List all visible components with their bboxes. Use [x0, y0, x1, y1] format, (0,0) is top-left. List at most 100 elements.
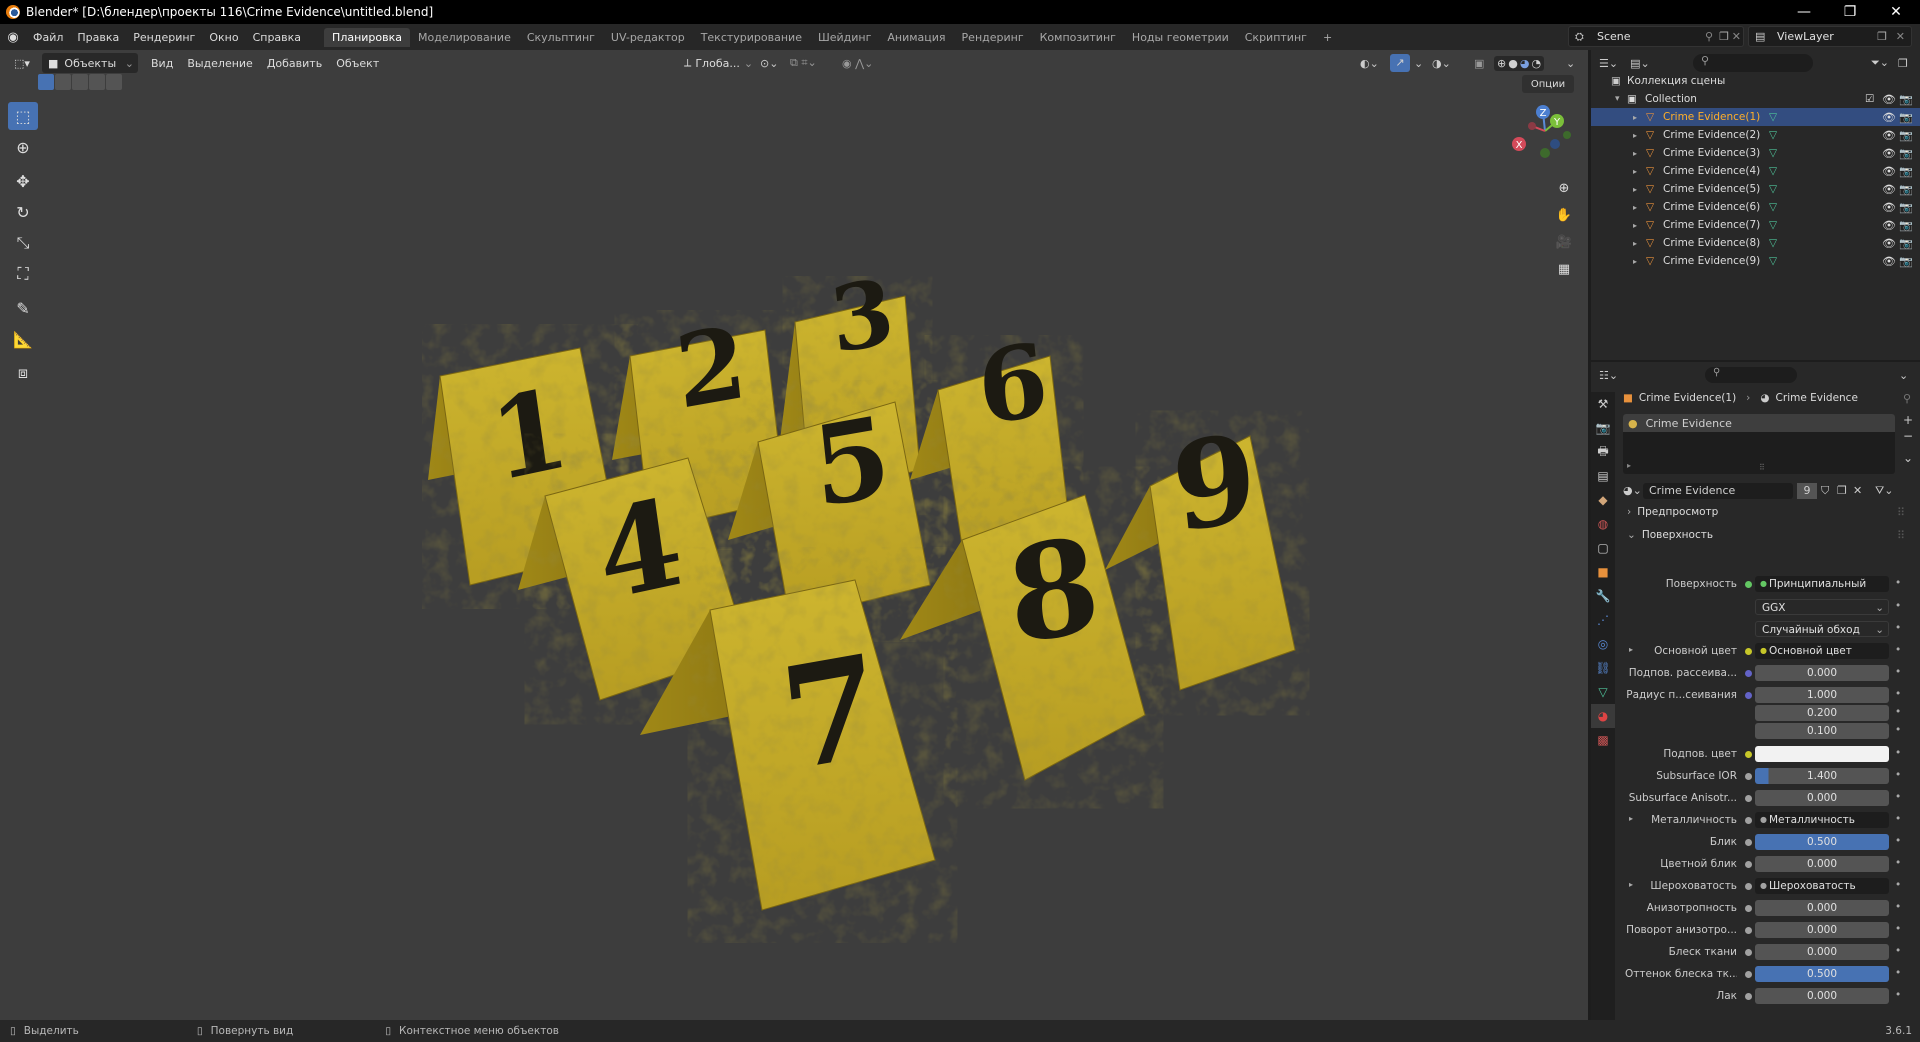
texture-tab-icon[interactable]: ▩ — [1591, 728, 1615, 752]
mesh-data-icon[interactable]: ▽ — [1769, 147, 1777, 159]
number-field[interactable]: 0.500 — [1755, 966, 1889, 982]
fake-user-icon[interactable]: ⛉ — [1821, 484, 1829, 498]
keyframe-dot-icon[interactable]: • — [1895, 835, 1901, 847]
workspace-tab-3[interactable]: UV-редактор — [603, 28, 693, 47]
preview-panel-header[interactable]: › Предпросмотр — [1627, 506, 1718, 518]
socket-link-field[interactable]: Основной цвет ● — [1755, 643, 1889, 659]
slot-specials-icon[interactable]: ⌄ — [1903, 450, 1913, 466]
keyframe-dot-icon[interactable]: • — [1895, 706, 1901, 718]
expand-arrow-icon[interactable]: ▸ — [1629, 645, 1633, 654]
output-tab-icon[interactable]: 🖶 — [1591, 440, 1615, 464]
viewport-menu-2[interactable]: Добавить — [260, 57, 329, 70]
keyframe-dot-icon[interactable]: • — [1895, 600, 1901, 612]
workspace-tab-8[interactable]: Композитинг — [1032, 28, 1124, 47]
number-field[interactable]: 0.000 — [1755, 988, 1889, 1004]
expand-arrow-icon[interactable]: ▸ — [1629, 880, 1633, 889]
outliner-item[interactable]: ▸ ▽ Crime Evidence(1) ▽ 👁 📷 — [1591, 108, 1920, 126]
snap-icon[interactable]: ⧉ ⌗⌄ — [790, 56, 817, 70]
expand-arrow-icon[interactable]: ▸ — [1633, 239, 1637, 248]
socket-dot-icon[interactable] — [1745, 949, 1752, 956]
render-camera-icon[interactable]: 📷 — [1899, 147, 1913, 160]
workspace-tab-1[interactable]: Моделирование — [410, 28, 519, 47]
render-camera-icon[interactable]: 📷 — [1899, 219, 1913, 232]
render-camera-icon[interactable]: 📷 — [1899, 165, 1913, 178]
select-subtract-icon[interactable] — [72, 74, 88, 90]
measure-icon[interactable]: 📐 — [8, 325, 38, 353]
unlink-icon[interactable]: ✕ — [1853, 484, 1862, 497]
number-field[interactable]: 0.000 — [1755, 665, 1889, 681]
shading-menu-icon[interactable]: ⌄ — [1566, 57, 1575, 70]
remove-slot-icon[interactable]: − — [1903, 428, 1913, 444]
color-swatch[interactable] — [1755, 746, 1889, 762]
visibility-eye-icon[interactable]: 👁 — [1882, 111, 1896, 124]
particles-tab-icon[interactable]: ⋰ — [1591, 608, 1615, 632]
outliner-search-input[interactable]: ⚲ — [1693, 54, 1813, 72]
expand-arrow-icon[interactable]: ▾ — [1615, 94, 1620, 104]
number-field[interactable]: 0.000 — [1755, 856, 1889, 872]
socket-dot-icon[interactable] — [1745, 927, 1752, 934]
pin-icon[interactable]: ⚲ — [1903, 392, 1911, 405]
keyframe-dot-icon[interactable]: • — [1895, 967, 1901, 979]
visibility-eye-icon[interactable]: 👁 — [1882, 93, 1896, 106]
expand-arrow-icon[interactable]: ▸ — [1633, 131, 1637, 140]
resize-handle-icon[interactable]: ⠿ — [1759, 463, 1765, 472]
mesh-data-icon[interactable]: ▽ — [1769, 219, 1777, 231]
render-camera-icon[interactable]: 📷 — [1899, 201, 1913, 214]
world-tab-icon[interactable]: ◍ — [1591, 512, 1615, 536]
scene-selector[interactable]: ⛭ Scene ⚲ ❐ ✕ — [1568, 26, 1744, 47]
menu-item-0[interactable]: Файл — [26, 31, 70, 44]
mesh-data-icon[interactable]: ▽ — [1769, 201, 1777, 213]
keyframe-dot-icon[interactable]: • — [1895, 813, 1901, 825]
keyframe-dot-icon[interactable]: • — [1895, 945, 1901, 957]
visibility-eye-icon[interactable]: 👁 — [1882, 237, 1896, 250]
3d-viewport[interactable]: 123456789 Z Y X ⬚▾ ■ Объекты ⌄ Вид Выделе… — [0, 50, 1588, 1020]
workspace-tab-4[interactable]: Текстурирование — [693, 28, 810, 47]
socket-dot-icon[interactable] — [1745, 971, 1752, 978]
visibility-icon[interactable]: ◐⌄ — [1360, 57, 1379, 70]
rendered-shading-icon[interactable]: ◔ — [1531, 57, 1541, 70]
expand-arrow-icon[interactable]: ▸ — [1633, 167, 1637, 176]
render-tab-icon[interactable]: 📷 — [1591, 416, 1615, 440]
socket-dot-icon[interactable] — [1745, 883, 1752, 890]
outliner-row-collection[interactable]: ▾ ▣ Collection ☑ 👁 📷 — [1591, 90, 1920, 108]
mesh-data-icon[interactable]: ▽ — [1769, 255, 1777, 267]
keyframe-dot-icon[interactable]: • — [1895, 769, 1901, 781]
workspace-tab-10[interactable]: Скриптинг — [1237, 28, 1315, 47]
drag-handle-icon[interactable]: ⠿ — [1897, 506, 1905, 519]
number-field[interactable]: 0.000 — [1755, 790, 1889, 806]
outliner-item[interactable]: ▸ ▽ Crime Evidence(4) ▽ 👁 📷 — [1591, 162, 1920, 180]
view-layer-tab-icon[interactable]: ▤ — [1591, 464, 1615, 488]
keyframe-dot-icon[interactable]: • — [1895, 747, 1901, 759]
new-scene-icon[interactable]: ❐ — [1719, 30, 1729, 43]
number-field[interactable]: 1.400 — [1755, 768, 1889, 784]
expand-arrow-icon[interactable]: ▸ — [1633, 113, 1637, 122]
view-layer-selector[interactable]: ▤ ViewLayer ❐ ✕ — [1748, 26, 1912, 47]
render-camera-icon[interactable]: 📷 — [1899, 255, 1913, 268]
editor-type-icon[interactable]: ⬚▾ — [8, 53, 36, 73]
overlays-icon[interactable]: ◑⌄ — [1432, 57, 1451, 70]
expand-arrow-icon[interactable]: ▸ — [1629, 814, 1633, 823]
gizmo-toggle-icon[interactable]: ↗ — [1390, 54, 1410, 72]
drag-handle-icon[interactable]: ⠿ — [1897, 529, 1905, 542]
socket-dot-icon[interactable] — [1745, 692, 1752, 699]
proportional-edit-icon[interactable]: ◉ ⋀⌄ — [842, 57, 873, 70]
menu-item-4[interactable]: Справка — [246, 31, 308, 44]
mesh-data-icon[interactable]: ▽ — [1769, 237, 1777, 249]
users-count[interactable]: 9 — [1797, 482, 1817, 499]
keyframe-dot-icon[interactable]: • — [1895, 688, 1901, 700]
mode-selector[interactable]: ■ Объекты ⌄ — [42, 53, 138, 73]
visibility-eye-icon[interactable]: 👁 — [1882, 201, 1896, 214]
visibility-eye-icon[interactable]: 👁 — [1882, 165, 1896, 178]
evidence-marker[interactable]: 8 — [900, 494, 1146, 781]
grid-perspective-icon[interactable]: ▦ — [1552, 257, 1576, 281]
annotate-icon[interactable]: ✎ — [8, 294, 38, 322]
mesh-data-icon[interactable]: ▽ — [1769, 183, 1777, 195]
wireframe-shading-icon[interactable]: ⊕ — [1497, 57, 1506, 70]
socket-dot-icon[interactable] — [1745, 861, 1752, 868]
mesh-data-icon[interactable]: ▽ — [1769, 111, 1777, 123]
keyframe-dot-icon[interactable]: • — [1895, 577, 1901, 589]
menu-item-1[interactable]: Правка — [70, 31, 126, 44]
socket-dot-icon[interactable] — [1745, 670, 1752, 677]
visibility-eye-icon[interactable]: 👁 — [1882, 255, 1896, 268]
duplicate-icon[interactable]: ❐ — [1837, 484, 1847, 497]
